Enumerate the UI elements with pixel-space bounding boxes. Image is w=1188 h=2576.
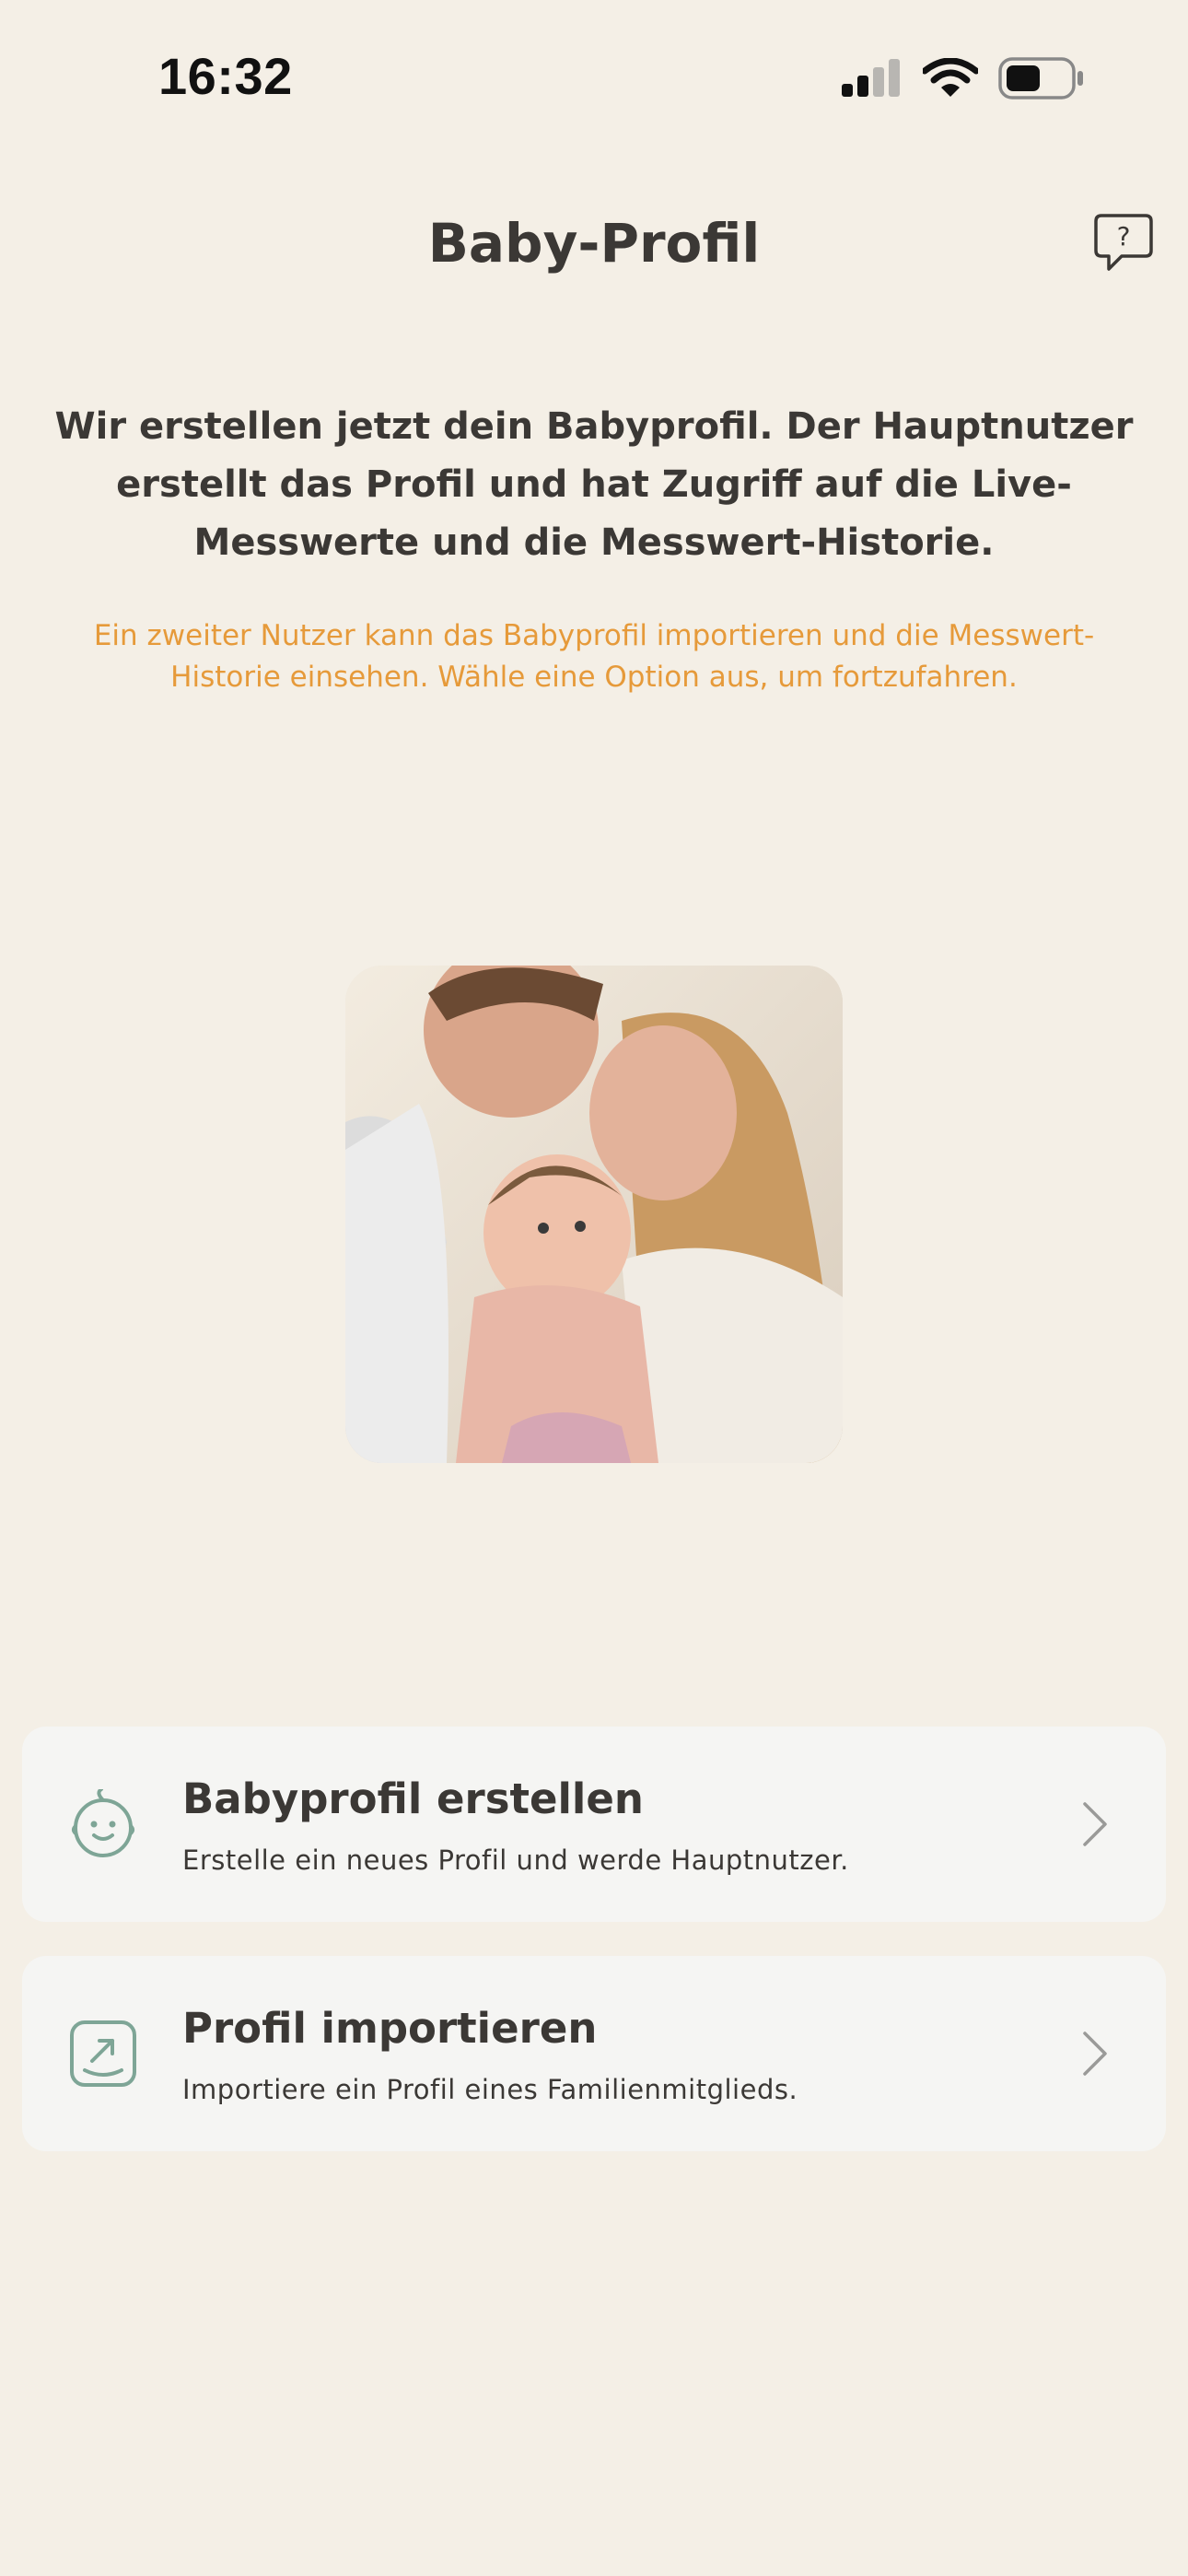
intro-text: Wir erstellen jetzt dein Babyprofil. Der… (54, 405, 1134, 564)
header: Baby-Profil ? (0, 184, 1188, 295)
option-subtitle: Erstelle ein neues Profil und werde Haup… (182, 1844, 849, 1876)
family-photo (345, 966, 843, 1463)
intro-note: Ein zweiter Nutzer kann das Babyprofil i… (93, 619, 1095, 694)
create-profile-option[interactable]: Babyprofil erstellen Erstelle ein neues … (22, 1727, 1166, 1922)
status-icons (842, 57, 1085, 100)
option-title: Babyprofil erstellen (182, 1774, 644, 1823)
page-title: Baby-Profil (427, 212, 761, 275)
status-time: 16:32 (158, 47, 293, 105)
chevron-right-icon (1081, 1800, 1109, 1848)
status-bar: 16:32 (0, 0, 1188, 157)
option-subtitle: Importiere ein Profil eines Familienmitg… (182, 2074, 798, 2105)
battery-icon (998, 57, 1083, 100)
baby-face-icon (68, 1787, 138, 1859)
svg-text:?: ? (1117, 221, 1131, 252)
help-bubble-icon: ? (1094, 214, 1153, 271)
cellular-signal-icon (842, 59, 900, 97)
wifi-icon (923, 58, 978, 97)
import-icon (68, 2019, 138, 2089)
help-button[interactable]: ? (1090, 210, 1157, 276)
chevron-right-icon (1081, 2030, 1109, 2078)
import-profile-option[interactable]: Profil importieren Importiere ein Profil… (22, 1956, 1166, 2151)
option-title: Profil importieren (182, 2004, 598, 2053)
